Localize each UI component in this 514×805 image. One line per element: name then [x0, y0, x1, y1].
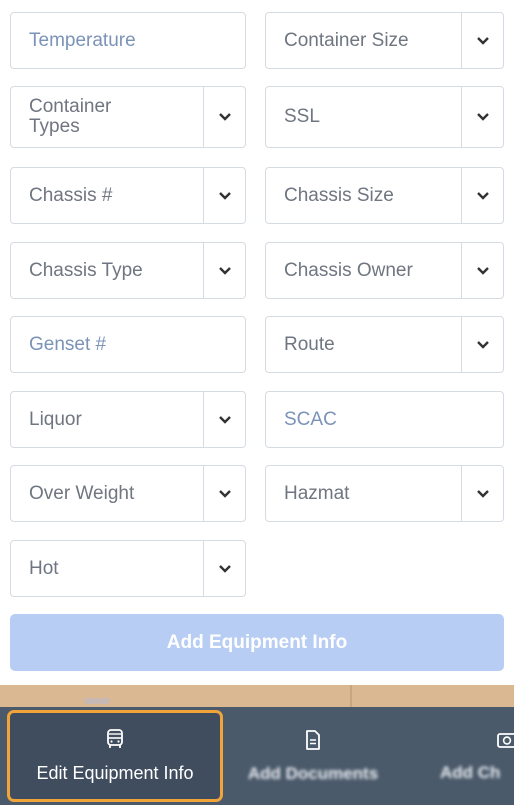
- over-weight-label: Over Weight: [29, 482, 135, 504]
- chevron-down-icon[interactable]: [461, 13, 503, 68]
- add-equipment-info-button[interactable]: Add Equipment Info: [10, 614, 504, 671]
- chevron-down-icon[interactable]: [203, 392, 245, 447]
- container-types-label: Container Types: [29, 96, 112, 137]
- tab-add-documents[interactable]: Add Documents: [226, 707, 400, 805]
- background-divider: [350, 685, 352, 707]
- chevron-down-icon[interactable]: [461, 168, 503, 223]
- bus-icon: [104, 728, 126, 755]
- tab-add-charges-label: Add Ch: [440, 762, 501, 782]
- chevron-down-icon[interactable]: [203, 87, 245, 147]
- chassis-owner-label: Chassis Owner: [284, 259, 413, 281]
- chevron-down-icon[interactable]: [203, 541, 245, 596]
- chevron-down-icon[interactable]: [461, 243, 503, 298]
- background-shape: [84, 698, 110, 704]
- background-content-strip: [0, 685, 514, 707]
- route-label: Route: [284, 333, 335, 355]
- scac-input[interactable]: SCAC: [265, 391, 504, 448]
- chassis-type-select[interactable]: Chassis Type: [10, 242, 246, 299]
- hot-label: Hot: [29, 557, 59, 579]
- temperature-placeholder: Temperature: [29, 29, 136, 51]
- liquor-label: Liquor: [29, 408, 82, 430]
- document-icon: [303, 729, 323, 756]
- chassis-number-select[interactable]: Chassis #: [10, 167, 246, 224]
- hazmat-label: Hazmat: [284, 482, 350, 504]
- tab-edit-equipment-info-label: Edit Equipment Info: [36, 763, 194, 783]
- genset-number-input[interactable]: Genset #: [10, 316, 246, 373]
- chassis-type-label: Chassis Type: [29, 259, 143, 281]
- equipment-form: Temperature Container Size Container Typ…: [0, 0, 514, 685]
- route-select[interactable]: Route: [265, 316, 504, 373]
- liquor-select[interactable]: Liquor: [10, 391, 246, 448]
- camera-icon: [496, 730, 514, 755]
- chevron-down-icon[interactable]: [461, 87, 503, 147]
- container-size-select[interactable]: Container Size: [265, 12, 504, 69]
- hazmat-select[interactable]: Hazmat: [265, 465, 504, 522]
- hot-select[interactable]: Hot: [10, 540, 246, 597]
- ssl-label: SSL: [284, 106, 320, 127]
- chassis-size-select[interactable]: Chassis Size: [265, 167, 504, 224]
- chevron-down-icon[interactable]: [203, 168, 245, 223]
- chevron-down-icon[interactable]: [461, 317, 503, 372]
- ssl-select[interactable]: SSL: [265, 86, 504, 148]
- temperature-input[interactable]: Temperature: [10, 12, 246, 69]
- tab-add-documents-label: Add Documents: [247, 763, 379, 783]
- chevron-down-icon[interactable]: [203, 243, 245, 298]
- container-types-select[interactable]: Container Types: [10, 86, 246, 148]
- over-weight-select[interactable]: Over Weight: [10, 465, 246, 522]
- chevron-down-icon[interactable]: [203, 466, 245, 521]
- chassis-owner-select[interactable]: Chassis Owner: [265, 242, 504, 299]
- chevron-down-icon[interactable]: [461, 466, 503, 521]
- container-size-label: Container Size: [284, 29, 409, 51]
- bottom-tab-bar: Edit Equipment Info Add Documents Add Ch: [0, 707, 514, 805]
- tab-add-charges[interactable]: Add Ch: [430, 707, 514, 805]
- scac-placeholder: SCAC: [284, 408, 337, 430]
- chassis-size-label: Chassis Size: [284, 184, 394, 206]
- tab-edit-equipment-info[interactable]: Edit Equipment Info: [7, 710, 223, 802]
- chassis-number-label: Chassis #: [29, 184, 113, 206]
- genset-number-placeholder: Genset #: [29, 333, 107, 355]
